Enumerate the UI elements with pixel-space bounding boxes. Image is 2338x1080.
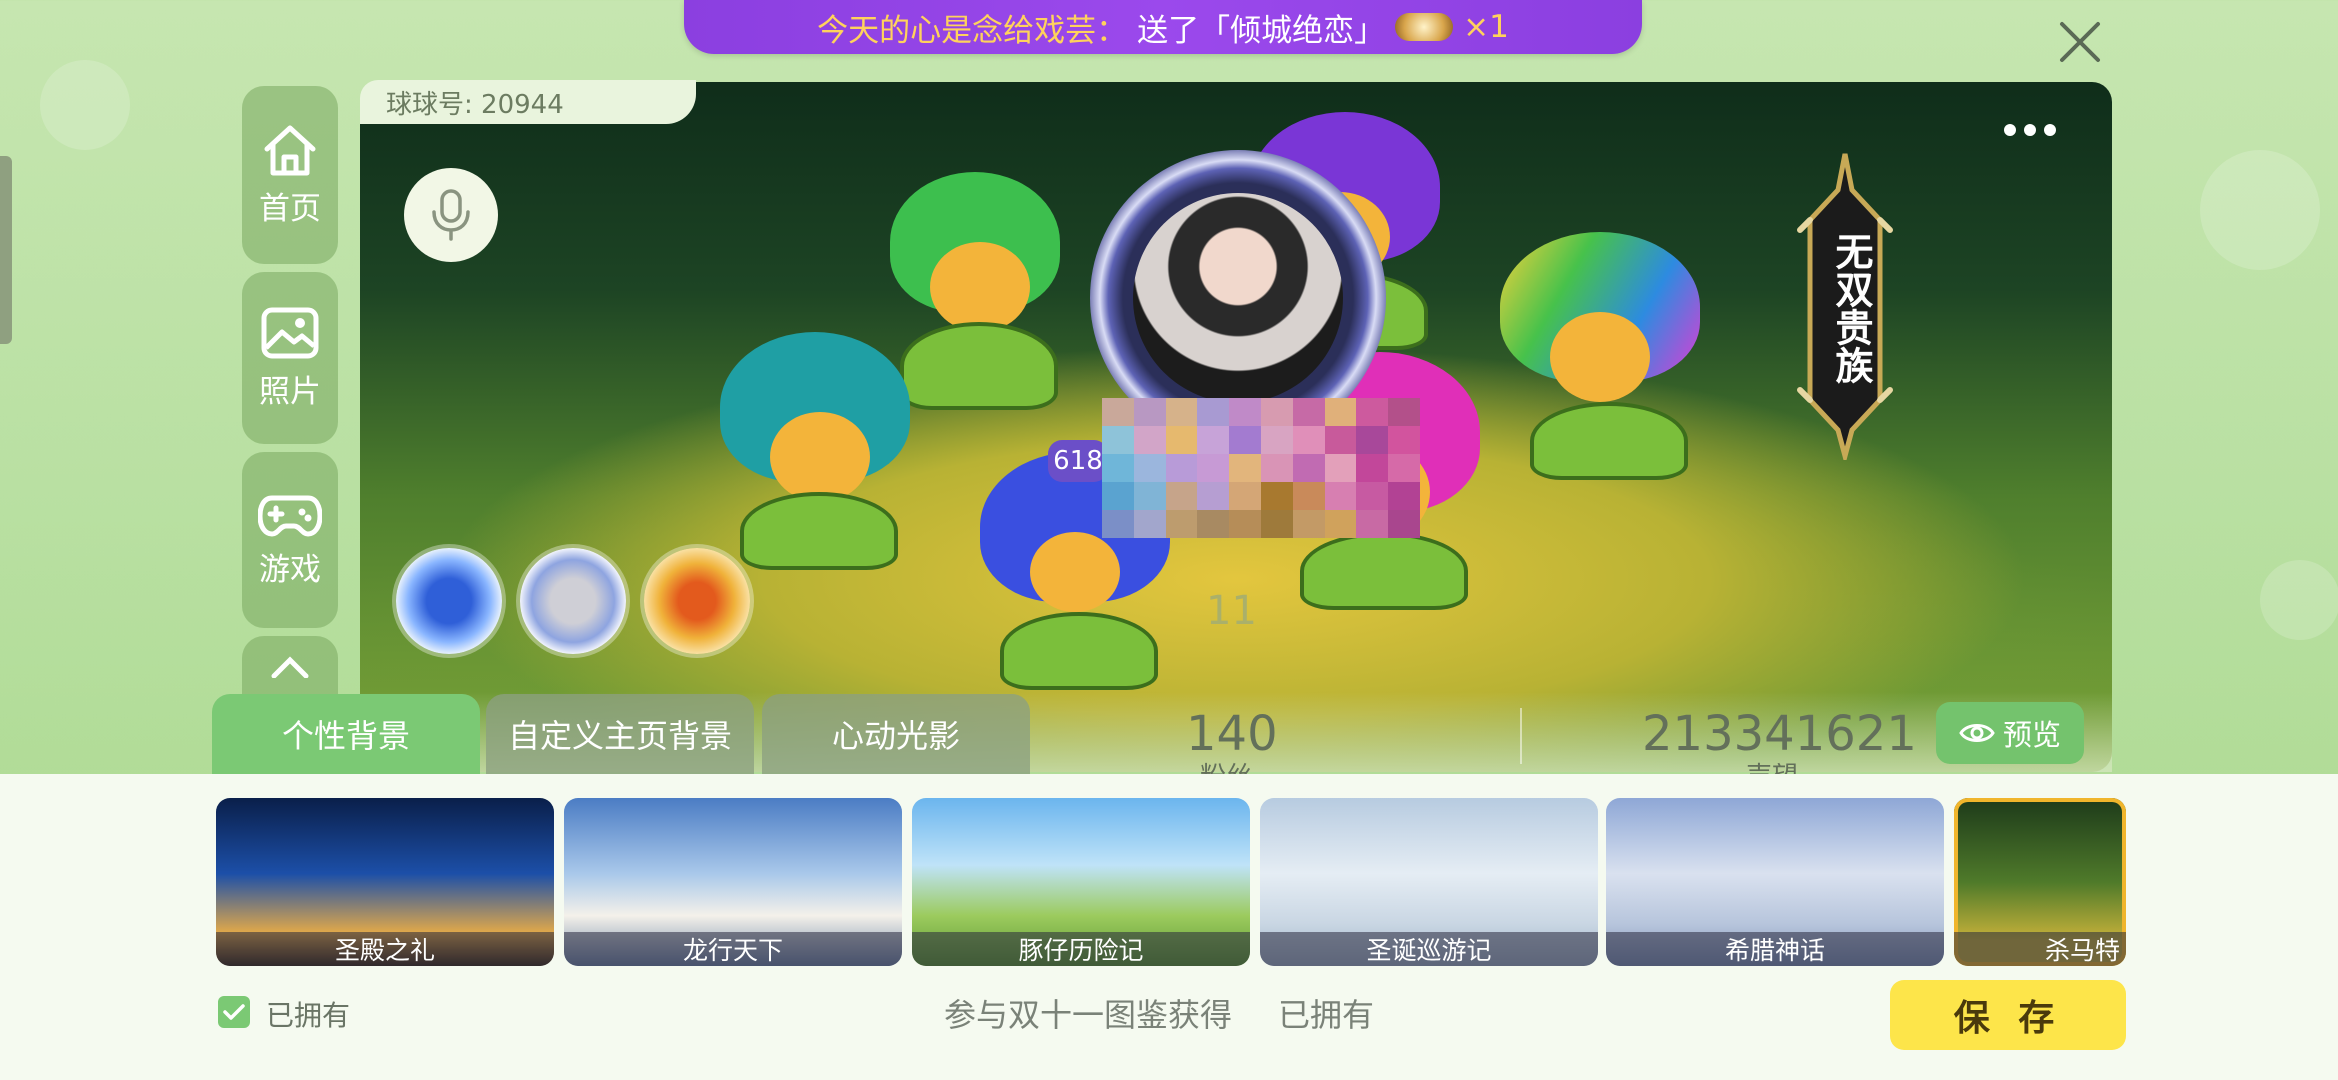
nav-games-label: 游戏 bbox=[259, 551, 321, 588]
background-item-name: 杀马特 bbox=[1954, 932, 2126, 966]
ownership-status: 已拥有 bbox=[1278, 996, 1375, 1034]
background-item-name: 希腊神话 bbox=[1606, 932, 1944, 966]
background-item-name: 龙行天下 bbox=[564, 932, 902, 966]
tab-custom-home-background[interactable]: 自定义主页背景 bbox=[486, 694, 754, 774]
nav-home[interactable]: 首页 bbox=[242, 86, 338, 264]
tab-heart-light[interactable]: 心动光影 bbox=[762, 694, 1030, 774]
side-handle[interactable] bbox=[0, 156, 12, 344]
preview-button[interactable]: 预览 bbox=[1936, 702, 2084, 764]
microphone-icon bbox=[432, 189, 470, 241]
scene-count: 11 bbox=[1206, 588, 1257, 634]
background-item[interactable]: 圣殿之礼 bbox=[216, 798, 554, 966]
nav-games[interactable]: 游戏 bbox=[242, 452, 338, 628]
badge-gold[interactable] bbox=[644, 548, 750, 654]
gift-icon bbox=[1395, 13, 1454, 41]
nav-more-partial[interactable] bbox=[242, 636, 338, 696]
level-badge: 618 bbox=[1048, 440, 1108, 482]
more-dot-icon bbox=[2024, 124, 2036, 136]
background-item-name: 圣殿之礼 bbox=[216, 932, 554, 966]
background-source-text: 参与双十一图鉴获得 bbox=[944, 996, 1233, 1034]
gift-banner: 今天的心是念给戏芸： 送了「倾城绝恋」 ×1 bbox=[684, 0, 1642, 54]
badge-portrait[interactable] bbox=[520, 548, 626, 654]
user-id-label: 球球号: 20944 bbox=[360, 80, 696, 124]
badge-blue-wings[interactable] bbox=[396, 548, 502, 654]
more-dot-icon bbox=[2004, 124, 2016, 136]
background-item[interactable]: 龙行天下 bbox=[564, 798, 902, 966]
fans-count: 140 bbox=[1186, 706, 1278, 762]
background-item-selected[interactable]: 杀马特 bbox=[1954, 798, 2126, 966]
more-options-button[interactable] bbox=[1990, 116, 2070, 144]
image-icon bbox=[261, 307, 319, 358]
banner-prefix: 今天的心是念给戏芸： bbox=[817, 12, 1128, 49]
home-icon bbox=[271, 656, 309, 678]
stats-divider bbox=[1520, 708, 1522, 764]
save-button[interactable]: 保 存 bbox=[1890, 980, 2126, 1050]
popularity-count: 213341621 bbox=[1642, 706, 1917, 762]
voice-button[interactable] bbox=[404, 168, 498, 262]
eye-icon bbox=[1959, 724, 1995, 742]
background-item[interactable]: 圣诞巡游记 bbox=[1260, 798, 1598, 966]
creature-teal bbox=[720, 332, 910, 570]
avatar bbox=[1133, 193, 1343, 403]
nav-photos[interactable]: 照片 bbox=[242, 272, 338, 444]
tab-personal-background[interactable]: 个性背景 bbox=[212, 694, 480, 774]
background-item-name: 圣诞巡游记 bbox=[1260, 932, 1598, 966]
close-button[interactable] bbox=[2050, 12, 2110, 72]
close-icon bbox=[2060, 22, 2100, 62]
gamepad-icon bbox=[258, 495, 322, 536]
nav-home-label: 首页 bbox=[259, 190, 321, 227]
popularity-label: 声望 bbox=[1746, 756, 1798, 774]
fans-label: 粉丝 bbox=[1200, 756, 1252, 774]
check-icon bbox=[223, 1004, 245, 1020]
owned-filter-checkbox[interactable] bbox=[218, 996, 250, 1028]
more-dot-icon bbox=[2044, 124, 2056, 136]
banner-gift-text: 送了「倾城绝恋」 bbox=[1137, 12, 1386, 49]
home-icon bbox=[264, 125, 316, 175]
background-item[interactable]: 希腊神话 bbox=[1606, 798, 1944, 966]
owned-filter-label: 已拥有 bbox=[266, 999, 351, 1032]
background-item[interactable]: 豚仔历险记 bbox=[912, 798, 1250, 966]
background-item-name: 豚仔历险记 bbox=[912, 932, 1250, 966]
preview-label: 预览 bbox=[2002, 718, 2061, 752]
banner-multiplier: ×1 bbox=[1463, 9, 1509, 45]
creature-rainbow bbox=[1500, 232, 1700, 480]
mosaic-username bbox=[1102, 398, 1420, 538]
nav-photos-label: 照片 bbox=[259, 373, 321, 410]
nobility-label: 无双贵族 bbox=[1829, 232, 1873, 384]
